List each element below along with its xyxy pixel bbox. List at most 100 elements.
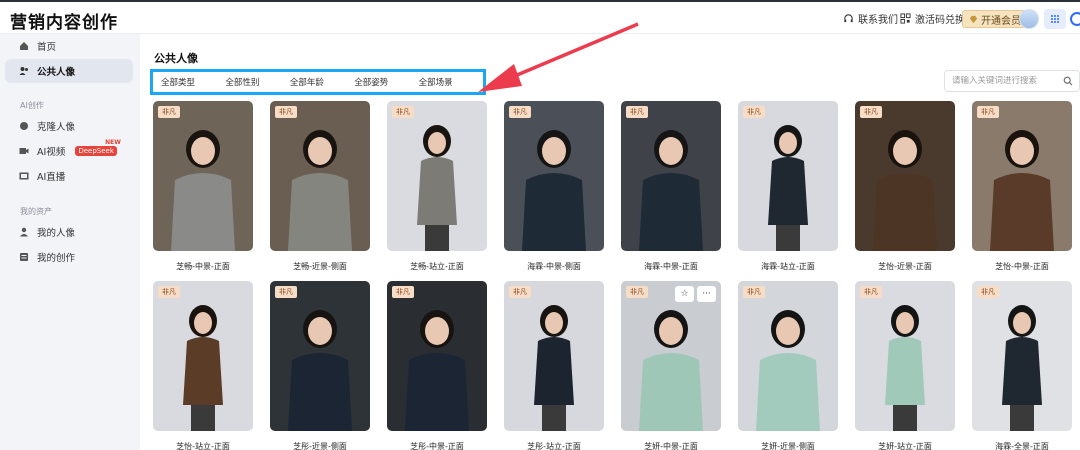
portrait-name: 芝怡-站立-正面 bbox=[176, 442, 230, 450]
video-icon bbox=[19, 148, 29, 154]
new-badge: NEW bbox=[105, 139, 121, 146]
filter-age[interactable]: 全部年龄 bbox=[290, 76, 354, 88]
apps-grid-button[interactable] bbox=[1044, 9, 1066, 29]
portrait-thumbnail[interactable]: 非凡 bbox=[738, 101, 838, 251]
sidebar-item-clone-portrait[interactable]: 克隆人像 bbox=[5, 114, 133, 138]
portrait-image bbox=[387, 281, 487, 431]
portrait-card[interactable]: 非凡芝畅-近景-侧面 bbox=[270, 101, 370, 272]
person-icon bbox=[20, 227, 28, 237]
portrait-name: 芝怡-近景-正面 bbox=[878, 262, 932, 271]
filter-gender[interactable]: 全部性别 bbox=[225, 76, 289, 88]
portrait-card[interactable]: 非凡芝彤-站立-正面 bbox=[504, 281, 604, 450]
section-my-assets: 我的资产 bbox=[20, 207, 52, 216]
portrait-thumbnail[interactable]: 非凡 bbox=[855, 101, 955, 251]
portrait-card[interactable]: 非凡芝怡-近景-正面 bbox=[855, 101, 955, 272]
portrait-image bbox=[153, 281, 253, 431]
portrait-name: 海霖-中景-侧面 bbox=[527, 262, 581, 271]
diamond-icon bbox=[969, 15, 978, 23]
sidebar-item-label: 克隆人像 bbox=[37, 122, 76, 133]
portrait-image bbox=[621, 281, 721, 431]
main-content: 公共人像 全部类型 全部性别 全部年龄 全部姿势 全部场景 非凡芝畅-中景-正面… bbox=[140, 34, 1080, 450]
premium-tag: 非凡 bbox=[509, 106, 531, 118]
portrait-name: 海霖-站立-正面 bbox=[761, 262, 815, 271]
portrait-thumbnail[interactable]: 非凡 bbox=[153, 281, 253, 431]
portrait-name: 芝彤-近景-侧面 bbox=[293, 442, 347, 450]
filter-pose[interactable]: 全部姿势 bbox=[354, 76, 418, 88]
portrait-card[interactable]: 非凡 芝畅-中景-正面 bbox=[153, 101, 253, 272]
more-options-icon[interactable]: ··· bbox=[697, 286, 716, 302]
works-icon bbox=[20, 253, 28, 261]
portrait-name: 芝畅-近景-侧面 bbox=[293, 262, 347, 271]
portrait-card[interactable]: 非凡 芝畅-站立-正面 bbox=[387, 101, 487, 272]
portrait-image bbox=[387, 101, 487, 251]
portrait-card[interactable]: 非凡 芝妍-近景-侧面 bbox=[738, 281, 838, 450]
portrait-image bbox=[270, 281, 370, 431]
search-input[interactable] bbox=[952, 76, 1060, 86]
portrait-name: 芝妍-中景-正面 bbox=[644, 442, 698, 450]
portrait-image bbox=[738, 101, 838, 251]
portrait-name: 芝彤-站立-正面 bbox=[527, 442, 581, 450]
portrait-card[interactable]: 非凡海霖-站立-正面 bbox=[738, 101, 838, 272]
app-logo[interactable]: 营销内容创作 bbox=[10, 8, 118, 33]
portrait-thumbnail[interactable]: 非凡 bbox=[621, 101, 721, 251]
favorite-star-icon[interactable]: ☆ bbox=[675, 286, 694, 302]
portrait-card[interactable]: 非凡海霖-中景-侧面 bbox=[504, 101, 604, 272]
portrait-thumbnail[interactable]: 非凡 bbox=[972, 281, 1072, 431]
sidebar: 首页 公共人像 AI创作 克隆人像 AI视频 DeepSeek NEW AI直播 … bbox=[0, 34, 140, 450]
portrait-card[interactable]: 非凡 芝彤-中景-正面 bbox=[387, 281, 487, 450]
portrait-thumbnail[interactable]: 非凡 bbox=[972, 101, 1072, 251]
portrait-thumbnail[interactable]: 非凡 bbox=[504, 101, 604, 251]
user-avatar[interactable] bbox=[1019, 9, 1039, 29]
sidebar-item-label: 首页 bbox=[37, 42, 57, 53]
portrait-thumbnail[interactable]: 非凡 bbox=[153, 101, 253, 251]
premium-tag: 非凡 bbox=[158, 106, 180, 118]
premium-tag: 非凡 bbox=[977, 106, 999, 118]
sidebar-item-label: 公共人像 bbox=[37, 67, 76, 78]
portrait-card[interactable]: 非凡 海霖-中景-正面 bbox=[621, 101, 721, 272]
portrait-card[interactable]: 非凡芝妍-站立-正面 bbox=[855, 281, 955, 450]
portrait-card[interactable]: 非凡芝怡-站立-正面 bbox=[153, 281, 253, 450]
portrait-thumbnail[interactable]: 非凡 bbox=[855, 281, 955, 431]
portrait-thumbnail[interactable]: 非凡 bbox=[270, 101, 370, 251]
clone-icon bbox=[20, 122, 28, 130]
portrait-thumbnail[interactable]: 非凡 bbox=[270, 281, 370, 431]
qrcode-icon bbox=[900, 13, 911, 24]
portrait-card[interactable]: 非凡 ☆ ··· 芝妍-中景-正面 bbox=[621, 281, 721, 450]
premium-tag: 非凡 bbox=[275, 286, 297, 298]
premium-tag: 非凡 bbox=[626, 286, 648, 298]
portrait-image bbox=[738, 281, 838, 431]
premium-tag: 非凡 bbox=[743, 106, 765, 118]
sidebar-item-ai-live[interactable]: AI直播 bbox=[5, 164, 133, 188]
premium-tag: 非凡 bbox=[275, 106, 297, 118]
portrait-thumbnail[interactable]: 非凡 bbox=[387, 101, 487, 251]
sidebar-item-my-works[interactable]: 我的创作 bbox=[5, 245, 133, 269]
premium-tag: 非凡 bbox=[392, 106, 414, 118]
sidebar-item-public-portraits[interactable]: 公共人像 bbox=[5, 59, 133, 83]
contact-us-link[interactable]: 联系我们 bbox=[843, 11, 898, 26]
filter-type[interactable]: 全部类型 bbox=[161, 76, 225, 88]
sidebar-item-home[interactable]: 首页 bbox=[5, 34, 133, 58]
section-ai-creation: AI创作 bbox=[20, 101, 44, 110]
portrait-name: 芝妍-站立-正面 bbox=[878, 442, 932, 450]
portrait-thumbnail[interactable]: 非凡 ☆ ··· bbox=[621, 281, 721, 431]
search-icon[interactable] bbox=[1063, 76, 1073, 86]
redeem-code-link[interactable]: 激活码兑换 bbox=[900, 11, 965, 26]
filter-scene[interactable]: 全部场景 bbox=[419, 76, 483, 88]
portrait-card[interactable]: 非凡海霖-全景-正面 bbox=[972, 281, 1072, 450]
portrait-name: 海霖-全景-正面 bbox=[995, 442, 1049, 450]
portrait-card[interactable]: 非凡 芝怡-中景-正面 bbox=[972, 101, 1072, 272]
premium-tag: 非凡 bbox=[860, 106, 882, 118]
sidebar-item-my-portraits[interactable]: 我的人像 bbox=[5, 220, 133, 244]
refresh-icon[interactable] bbox=[1070, 12, 1080, 26]
premium-tag: 非凡 bbox=[860, 286, 882, 298]
sidebar-item-ai-video[interactable]: AI视频 DeepSeek NEW bbox=[5, 139, 133, 163]
portrait-card[interactable]: 非凡芝彤-近景-侧面 bbox=[270, 281, 370, 450]
deepseek-badge-label: DeepSeek bbox=[78, 147, 114, 155]
premium-tag: 非凡 bbox=[743, 286, 765, 298]
sidebar-item-label: AI直播 bbox=[37, 172, 66, 183]
portrait-thumbnail[interactable]: 非凡 bbox=[387, 281, 487, 431]
sidebar-item-label: 我的人像 bbox=[37, 228, 76, 239]
portrait-thumbnail[interactable]: 非凡 bbox=[504, 281, 604, 431]
portrait-thumbnail[interactable]: 非凡 bbox=[738, 281, 838, 431]
filter-bar: 全部类型 全部性别 全部年龄 全部姿势 全部场景 bbox=[150, 69, 486, 95]
